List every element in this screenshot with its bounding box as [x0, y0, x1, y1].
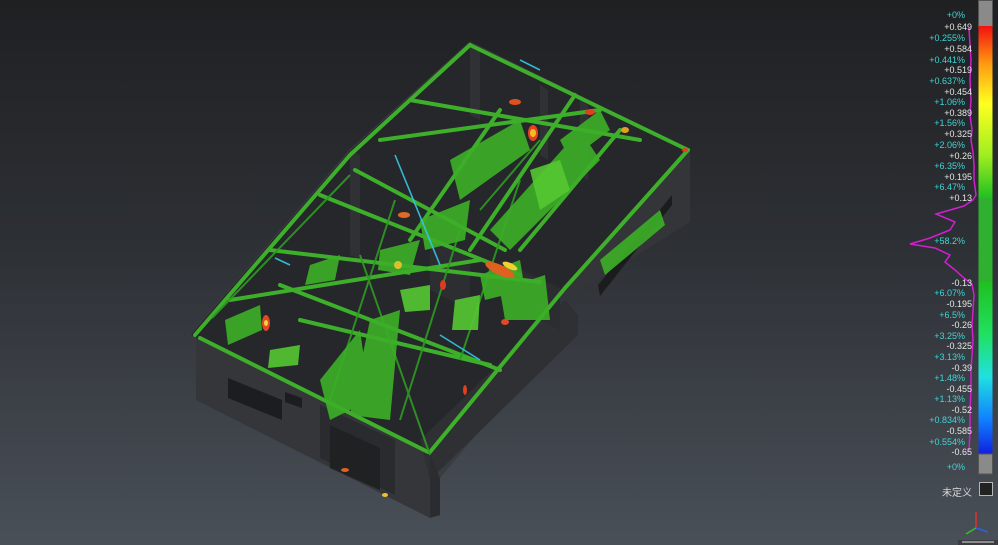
undefined-checkbox[interactable] — [979, 482, 993, 496]
3d-viewport[interactable] — [0, 0, 998, 545]
undefined-toggle[interactable]: 未定义 — [940, 482, 998, 499]
undefined-label: 未定义 — [942, 488, 972, 499]
deviation-model-scene — [189, 41, 691, 518]
